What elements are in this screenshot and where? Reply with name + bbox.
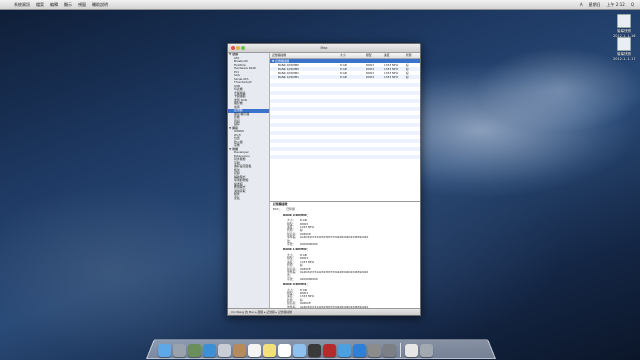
reminders-icon[interactable] [278,344,291,357]
category-sidebar: ▼ 硬體 ATA Bluetooth FireWire Hardware RAID PCI… [228,53,270,309]
dock-separator [400,343,401,357]
bank-list: BANK 0/DIMM0： 大小： 8 GB 類型： DDR3 速度： 1333 MHz 狀態… [270,212,420,308]
mission-control-icon[interactable] [188,344,201,357]
dock-icons [158,340,433,357]
column-header[interactable]: 類型 [366,53,372,58]
menu-item[interactable]: 系統資訊 [14,0,30,9]
memory-slot-table: 記憶體插槽 大小 類型 速度 狀態 ▼ 記憶體插槽 BANK 0/DIMM0 8 GB DD… [270,53,420,201]
column-header[interactable]: 記憶體插槽 [272,53,286,58]
detail-heading: 記憶體插槽： [273,202,290,206]
menu-item[interactable]: 顯示 [64,0,72,9]
ecc-value: 已停用 [286,207,295,212]
sidebar-item[interactable]: 安裝 [228,196,269,201]
system-information-window: Mac ▼ 硬體 ATA Bluetooth FireWire Hardware RAI… [227,43,421,316]
desktop-file-icon[interactable]: 螢幕快照 2012-1..1.16 [613,14,635,38]
status-menus: A 星期日 上午 2:12 Q [580,0,634,9]
menu-item[interactable]: 檔案 [36,0,44,9]
column-header[interactable]: 速度 [384,53,390,58]
table-body: BANK 0/DIMM0 8 GB DDR3 1333 MHz 好 BANK 1/DIMM… [270,63,420,159]
menu-list: 系統資訊 檔案 編輯 顯示 視窗 輔助說明 [14,0,108,9]
finder-icon[interactable] [158,344,171,357]
status-item[interactable]: A [580,0,583,9]
detail-label: 序號： [287,276,296,281]
window-title: Mac [320,46,328,50]
path-text: Xin Wang 的 Mac ▸ 硬體 ▸ 記憶體 ▸ 記憶體插槽 [231,310,292,314]
notes-icon[interactable] [263,344,276,357]
detail-value: 0x00000000 [300,242,318,247]
column-header[interactable]: 狀態 [406,53,412,58]
menu-bar: 系統資訊 檔案 編輯 顯示 視窗 輔助說明 A 星期日 上午 2:12 Q [0,0,640,10]
detail-row: 序號： 0x00000000 [287,242,420,247]
menu-item[interactable]: 視窗 [78,0,86,9]
detail-value: 0x00000000 [300,276,318,281]
ecc-label: ECC： [273,207,282,212]
trash-icon[interactable] [420,344,433,357]
photo-booth-icon[interactable] [323,344,336,357]
safari-icon[interactable] [203,344,216,357]
detail-pane: 記憶體插槽： ECC： 已停用 BANK 0/DIMM0： 大小： 8 GB 類型： D… [270,202,420,308]
empty-row [270,155,420,159]
messages-icon[interactable] [293,344,306,357]
status-item[interactable]: 上午 2:12 [607,0,625,9]
calendar-icon[interactable] [248,344,261,357]
bank-heading: BANK 1/DIMM0： [283,247,310,252]
mail-icon[interactable] [218,344,231,357]
menu-item[interactable]: 編輯 [50,0,58,9]
status-item[interactable]: Q [631,0,634,9]
contacts-icon[interactable] [233,344,246,357]
bank-heading: BANK 0/DIMM0： [283,212,310,217]
documents-stack-icon[interactable] [405,344,418,357]
path-bar: Xin Wang 的 Mac ▸ 硬體 ▸ 記憶體 ▸ 記憶體插槽 [228,308,420,315]
detail-row: 序號： 0x00000000 [287,276,420,281]
system-preferences-icon[interactable] [368,344,381,357]
detail-label: 序號： [287,242,296,247]
desktop-file-icon[interactable]: 螢幕快照 2012-1..1.17 [613,37,635,61]
screenshot-file-icon [617,14,631,28]
screenshot-file-icon [617,37,631,51]
facetime-icon[interactable] [308,344,321,357]
file-label-date: 2012-1..1.17 [613,57,636,61]
column-header[interactable]: 大小 [340,53,346,58]
window-titlebar[interactable]: Mac [228,44,420,53]
bank-heading: BANK 0/DIMM1： [283,282,310,287]
status-item[interactable]: 星期日 [589,0,601,9]
launchpad-icon[interactable] [173,344,186,357]
ecc-row: ECC： 已停用 [273,207,420,212]
app-store-icon[interactable] [353,344,366,357]
system-information-icon[interactable] [383,344,396,357]
menu-item[interactable]: 輔助說明 [92,0,108,9]
itunes-icon[interactable] [338,344,351,357]
